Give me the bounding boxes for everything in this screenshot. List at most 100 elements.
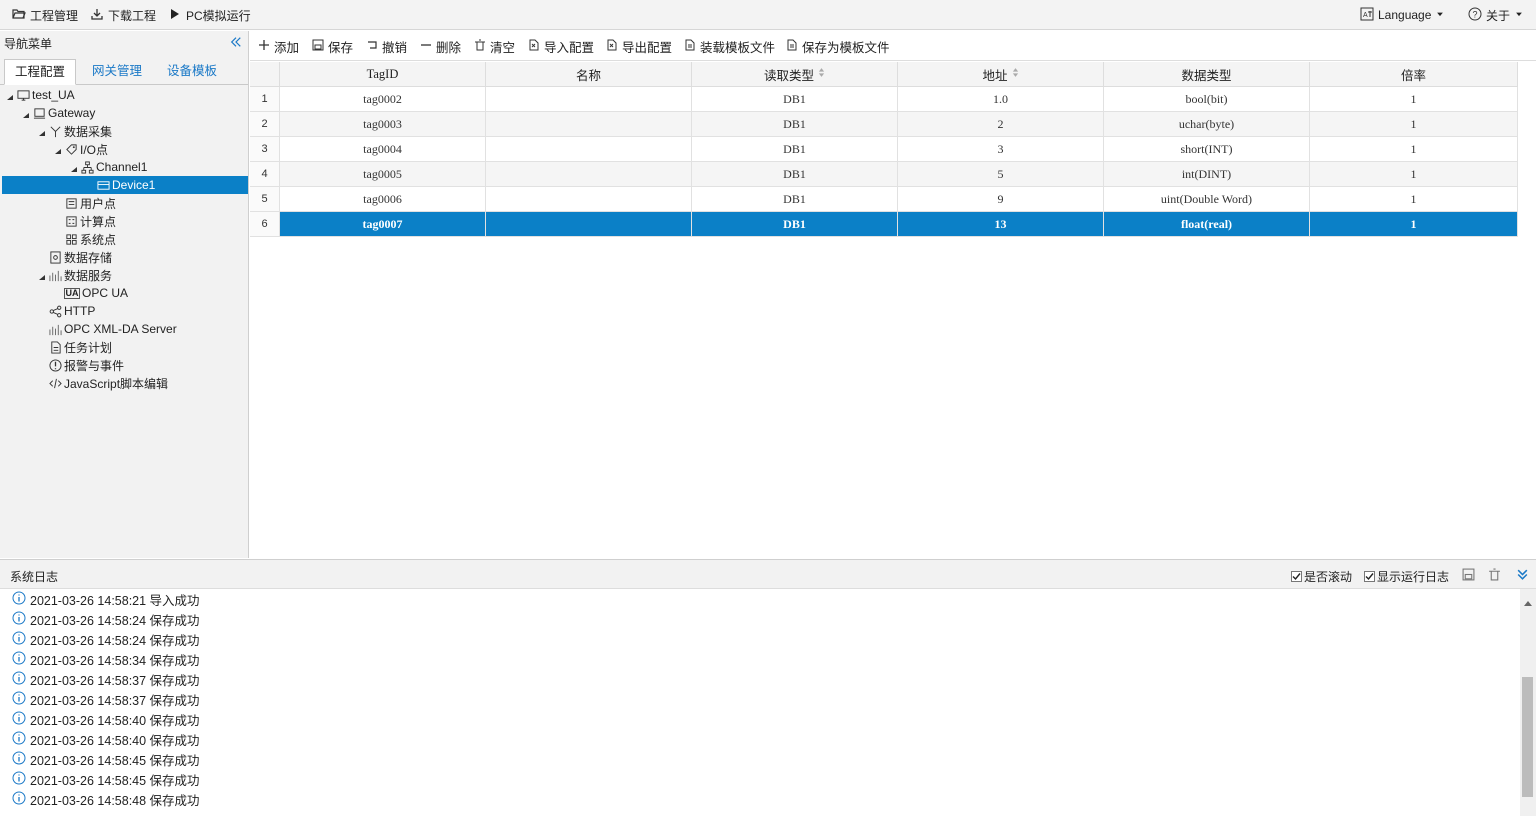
cell-rate[interactable]: 1	[1310, 137, 1518, 162]
column-header-tagid[interactable]: TagID	[280, 62, 486, 87]
cell-addr[interactable]: 9	[898, 187, 1104, 212]
cell-read[interactable]: DB1	[692, 87, 898, 112]
cell-dtype[interactable]: uchar(byte)	[1104, 112, 1310, 137]
cell-name[interactable]	[486, 212, 692, 237]
clear-button[interactable]: 清空	[474, 38, 515, 55]
cell-dtype[interactable]: bool(bit)	[1104, 87, 1310, 112]
row-number[interactable]: 5	[250, 187, 280, 212]
language-dropdown[interactable]: A Language	[1360, 0, 1445, 30]
cell-tagid[interactable]: tag0006	[280, 187, 486, 212]
cell-addr[interactable]: 5	[898, 162, 1104, 187]
row-number[interactable]: 6	[250, 212, 280, 237]
column-header-address[interactable]: 地址	[898, 62, 1104, 87]
tree-item-data-storage[interactable]: 数据存储	[0, 248, 248, 266]
show-runtime-log-checkbox[interactable]: 显示运行日志	[1364, 568, 1449, 585]
cell-tagid[interactable]: tag0002	[280, 87, 486, 112]
expanded-triangle-icon[interactable]	[54, 145, 62, 154]
cell-tagid[interactable]: tag0005	[280, 162, 486, 187]
tab-project-config[interactable]: 工程配置	[4, 59, 77, 85]
tree-item-channel1[interactable]: Channel1	[0, 158, 248, 176]
row-number[interactable]: 3	[250, 137, 280, 162]
import-config-button[interactable]: 导入配置	[528, 38, 594, 55]
expanded-triangle-icon[interactable]	[22, 109, 30, 118]
cell-name[interactable]	[486, 112, 692, 137]
collapse-double-left-icon[interactable]	[230, 36, 242, 51]
row-number[interactable]: 1	[250, 87, 280, 112]
sort-icon[interactable]	[1012, 67, 1019, 81]
cell-rate[interactable]: 1	[1310, 187, 1518, 212]
tree-item-gateway[interactable]: Gateway	[0, 104, 248, 122]
cell-addr[interactable]: 2	[898, 112, 1104, 137]
cell-dtype[interactable]: uint(Double Word)	[1104, 187, 1310, 212]
column-header-read-type[interactable]: 读取类型	[692, 62, 898, 87]
cell-name[interactable]	[486, 162, 692, 187]
cell-dtype[interactable]: float(real)	[1104, 212, 1310, 237]
tree-item-user-points[interactable]: 用户点	[0, 194, 248, 212]
tab-device-template[interactable]: 设备模板	[157, 59, 227, 85]
scrollbar-thumb[interactable]	[1522, 677, 1533, 797]
cell-rate[interactable]: 1	[1310, 162, 1518, 187]
download-project-button[interactable]: 下载工程	[90, 0, 156, 30]
tree-item-io-points[interactable]: I/O点	[0, 140, 248, 158]
tree-item-data-collect[interactable]: 数据采集	[0, 122, 248, 140]
cell-rate[interactable]: 1	[1310, 112, 1518, 137]
log-scrollbar[interactable]	[1520, 589, 1536, 816]
cell-read[interactable]: DB1	[692, 137, 898, 162]
tree-item-calc-points[interactable]: 计算点	[0, 212, 248, 230]
delete-button[interactable]: 删除	[420, 38, 461, 55]
cell-name[interactable]	[486, 187, 692, 212]
cell-rate[interactable]: 1	[1310, 212, 1518, 237]
cell-rate[interactable]: 1	[1310, 87, 1518, 112]
save-as-template-button[interactable]: 保存为模板文件	[786, 38, 890, 55]
column-header-name[interactable]: 名称	[486, 62, 692, 87]
tree-item-opc-ua[interactable]: UA OPC UA	[0, 284, 248, 302]
save-log-icon[interactable]	[1462, 568, 1475, 584]
expanded-triangle-icon[interactable]	[38, 271, 46, 280]
row-number[interactable]: 4	[250, 162, 280, 187]
tree-item-http[interactable]: HTTP	[0, 302, 248, 320]
save-button[interactable]: 保存	[312, 38, 353, 55]
tree-item-device1[interactable]: Device1	[2, 176, 248, 194]
auto-scroll-checkbox[interactable]: 是否滚动	[1291, 568, 1352, 585]
scroll-up-icon[interactable]	[1524, 595, 1532, 609]
cell-dtype[interactable]: short(INT)	[1104, 137, 1310, 162]
expanded-triangle-icon[interactable]	[70, 163, 78, 172]
load-template-button[interactable]: 装载模板文件	[684, 38, 775, 55]
tree-item-alarm-event[interactable]: 报警与事件	[0, 356, 248, 374]
cell-tagid[interactable]: tag0007	[280, 212, 486, 237]
undo-button[interactable]: 撤销	[366, 38, 407, 55]
cell-name[interactable]	[486, 137, 692, 162]
column-header-rate[interactable]: 倍率	[1310, 62, 1518, 87]
cell-tagid[interactable]: tag0004	[280, 137, 486, 162]
sort-icon[interactable]	[818, 67, 825, 81]
row-number[interactable]: 2	[250, 112, 280, 137]
cell-read[interactable]: DB1	[692, 162, 898, 187]
cell-addr[interactable]: 13	[898, 212, 1104, 237]
tree-item-test-ua[interactable]: test_UA	[0, 86, 248, 104]
pc-simulate-button[interactable]: PC模拟运行	[168, 0, 251, 30]
expanded-triangle-icon[interactable]	[38, 127, 46, 136]
cell-read[interactable]: DB1	[692, 112, 898, 137]
column-header-data-type[interactable]: 数据类型	[1104, 62, 1310, 87]
cell-addr[interactable]: 3	[898, 137, 1104, 162]
tree-item-task-plan[interactable]: 任务计划	[0, 338, 248, 356]
tab-gateway-manage[interactable]: 网关管理	[82, 59, 152, 85]
cell-read[interactable]: DB1	[692, 212, 898, 237]
collapse-double-down-icon[interactable]	[1516, 568, 1529, 584]
export-config-button[interactable]: 导出配置	[606, 38, 672, 55]
tree-item-js-script[interactable]: JavaScript脚本编辑	[0, 374, 248, 392]
cell-addr[interactable]: 1.0	[898, 87, 1104, 112]
cell-read[interactable]: DB1	[692, 187, 898, 212]
cell-name[interactable]	[486, 87, 692, 112]
add-button[interactable]: 添加	[258, 38, 299, 55]
about-dropdown[interactable]: ? 关于	[1468, 0, 1524, 30]
expanded-triangle-icon[interactable]	[6, 91, 14, 100]
cell-dtype[interactable]: int(DINT)	[1104, 162, 1310, 187]
clear-log-icon[interactable]	[1488, 568, 1501, 584]
tree-item-system-points[interactable]: 系统点	[0, 230, 248, 248]
about-label: 关于	[1486, 8, 1511, 23]
tree-item-data-service[interactable]: 数据服务	[0, 266, 248, 284]
project-menu[interactable]: 工程管理	[12, 0, 78, 30]
cell-tagid[interactable]: tag0003	[280, 112, 486, 137]
tree-item-opc-xml-da[interactable]: OPC XML-DA Server	[0, 320, 248, 338]
